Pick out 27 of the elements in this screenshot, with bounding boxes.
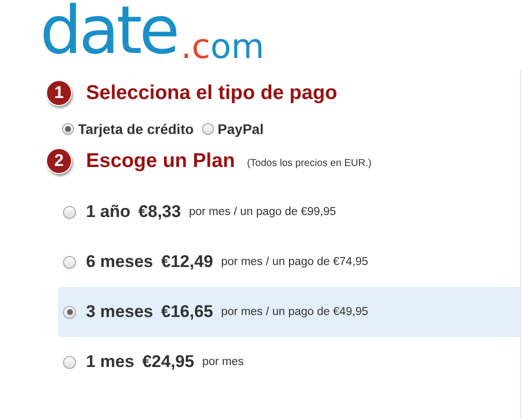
plan-row-highlight[interactable]: 3 meses €16,65 por mes / un pago de €49,95 xyxy=(58,287,520,337)
currency-note: (Todos los precios en EUR.) xyxy=(246,158,372,168)
plan-term: 3 meses xyxy=(86,302,154,322)
step-title: Escoge un Plan xyxy=(86,150,235,172)
plan-price: €16,65 xyxy=(161,302,214,322)
logo: date.com xyxy=(40,0,264,70)
plan-detail: por mes xyxy=(202,356,244,368)
step-number-badge: 1 xyxy=(46,80,72,106)
radio-button[interactable] xyxy=(63,206,76,218)
radio-button[interactable] xyxy=(63,356,76,368)
radio-button[interactable] xyxy=(62,123,74,135)
plan-price: €8,33 xyxy=(138,202,181,222)
plan-detail: por mes / un pago de €74,95 xyxy=(221,256,368,268)
radio-button[interactable] xyxy=(202,123,214,135)
plan-term: 1 año xyxy=(86,202,130,222)
plan-price: €24,95 xyxy=(142,352,194,372)
plan-detail: por mes / un pago de €99,95 xyxy=(188,206,336,218)
step-title: Selecciona el tipo de pago xyxy=(86,82,338,104)
radio-button[interactable] xyxy=(63,306,76,318)
plan-term: 6 meses xyxy=(86,252,154,272)
step-number-badge: 2 xyxy=(46,148,72,174)
option-label[interactable]: PayPal xyxy=(218,121,264,137)
option-label[interactable]: Tarjeta de crédito xyxy=(78,121,194,137)
plan-term: 1 mes xyxy=(86,352,134,372)
plan-price: €12,49 xyxy=(161,252,214,272)
plan-detail: por mes / un pago de €49,95 xyxy=(221,306,368,318)
radio-button[interactable] xyxy=(63,256,76,268)
